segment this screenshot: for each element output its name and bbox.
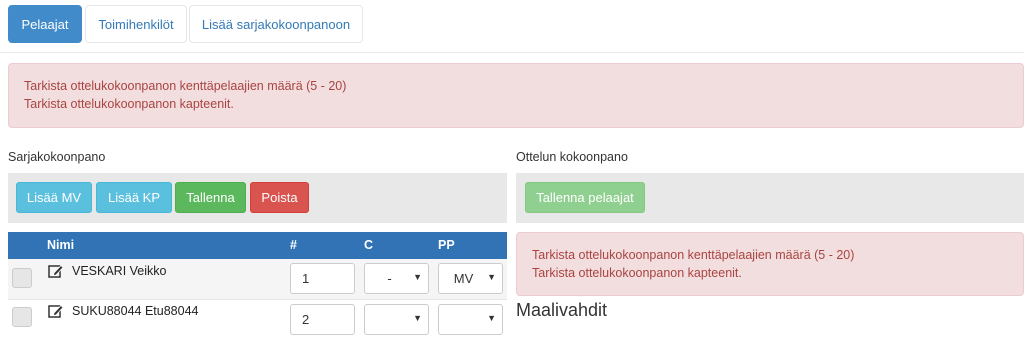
caret-down-icon: ▼ — [487, 313, 496, 323]
tab-divider — [0, 52, 1024, 53]
player-name: SUKU88044 Etu88044 — [72, 304, 199, 318]
col-c-header: C — [364, 238, 374, 252]
save-button[interactable]: Tallenna — [175, 182, 246, 213]
tab-pelaajat[interactable]: Pelaajat — [8, 5, 82, 43]
tab-toimihenkilot[interactable]: Toimihenkilöt — [85, 5, 187, 43]
edit-pencil-icon[interactable] — [48, 303, 64, 319]
maalivahdit-heading: Maalivahdit — [516, 300, 608, 320]
add-kp-button[interactable]: Lisää KP — [96, 182, 172, 213]
col-number-header: # — [290, 238, 297, 252]
position-select[interactable]: MV ▼ — [438, 263, 503, 294]
jersey-number-input[interactable]: 2 — [290, 304, 355, 335]
save-players-button[interactable]: Tallenna pelaajat — [525, 182, 645, 213]
top-alert: Tarkista ottelukokoonpanon kenttäpelaaji… — [8, 63, 1024, 128]
right-alert-line-2: Tarkista ottelukokoonpanon kapteenit. — [532, 266, 742, 280]
jersey-number-input[interactable]: 1 — [290, 263, 355, 294]
roster-table-header: Nimi # C PP — [8, 232, 507, 259]
captain-select[interactable]: ▼ — [364, 304, 429, 335]
top-alert-line-1: Tarkista ottelukokoonpanon kenttäpelaaji… — [24, 79, 347, 93]
caret-down-icon: ▼ — [413, 272, 422, 282]
add-mv-button[interactable]: Lisää MV — [16, 182, 92, 213]
player-name: VESKARI Veikko — [72, 264, 167, 278]
ottelun-kokoonpano-heading: Ottelun kokoonpano — [516, 150, 628, 164]
row-checkbox[interactable] — [12, 268, 32, 288]
top-alert-line-2: Tarkista ottelukokoonpanon kapteenit. — [24, 97, 234, 111]
caret-down-icon: ▼ — [413, 313, 422, 323]
col-name-header: Nimi — [47, 238, 75, 252]
delete-button[interactable]: Poista — [250, 182, 309, 213]
sarjakokoonpano-heading: Sarjakokoonpano — [8, 150, 106, 164]
captain-select[interactable]: - ▼ — [364, 263, 429, 294]
position-select-value: MV — [453, 271, 474, 286]
col-pp-header: PP — [438, 238, 455, 252]
position-select[interactable]: ▼ — [438, 304, 503, 335]
table-row: VESKARI Veikko 1 - ▼ MV ▼ — [8, 259, 507, 299]
tab-lisaa-sarjakokoonpanoon[interactable]: Lisää sarjakokoonpanoon — [189, 5, 363, 43]
row-checkbox[interactable] — [12, 307, 32, 327]
caret-down-icon: ▼ — [487, 272, 496, 282]
edit-pencil-icon[interactable] — [48, 263, 64, 279]
right-alert: Tarkista ottelukokoonpanon kenttäpelaaji… — [516, 232, 1024, 296]
right-alert-line-1: Tarkista ottelukokoonpanon kenttäpelaaji… — [532, 248, 855, 262]
captain-select-value: - — [387, 271, 392, 286]
table-row: SUKU88044 Etu88044 2 ▼ ▼ — [8, 299, 507, 339]
